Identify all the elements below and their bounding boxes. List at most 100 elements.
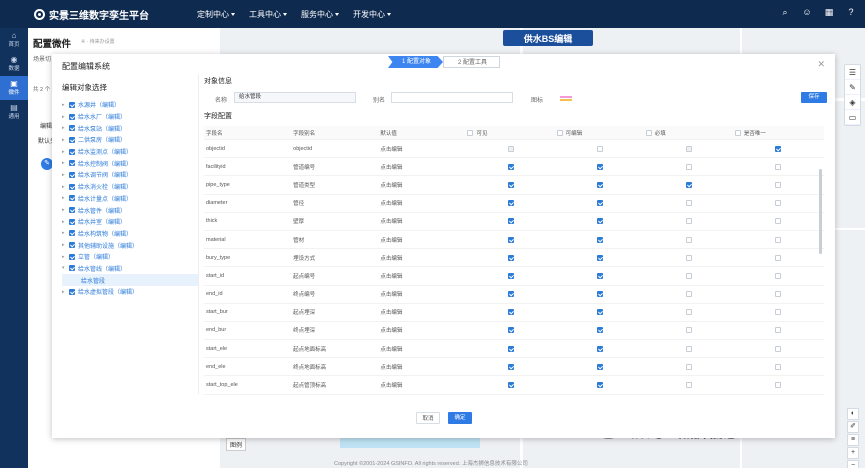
cell-default-value[interactable]: 点击编辑 — [380, 236, 467, 244]
search-icon[interactable]: ⌕ — [779, 7, 791, 18]
chevron-right-icon[interactable]: ▸ — [62, 195, 69, 201]
checkbox-visible[interactable] — [507, 363, 514, 370]
checkbox-required[interactable] — [685, 327, 692, 334]
chevron-right-icon[interactable]: ▸ — [62, 289, 69, 295]
checkbox-visible[interactable] — [507, 218, 514, 225]
sidebar-item-home[interactable]: ⌂ 首页 — [0, 28, 28, 52]
tree-item[interactable]: 给水管段 — [62, 274, 198, 286]
checkbox-visible[interactable] — [507, 345, 514, 352]
checkbox-required[interactable] — [685, 291, 692, 298]
checkbox-unique[interactable] — [774, 291, 781, 298]
help-icon[interactable]: ? — [845, 7, 857, 18]
tree-item[interactable]: ▸ 给水管件（编辑） — [62, 204, 198, 216]
checkbox-editable[interactable] — [596, 145, 603, 152]
app-logo[interactable]: 实景三维数字孪生平台 — [34, 7, 149, 22]
tree-item[interactable]: ▸ 水源井（编辑） — [62, 99, 198, 111]
cell-default-value[interactable]: 点击编辑 — [380, 217, 467, 225]
chevron-right-icon[interactable]: ▸ — [62, 184, 69, 190]
sidebar-item-widget[interactable]: ▣ 微件 — [0, 76, 28, 100]
checkbox-editable[interactable] — [596, 291, 603, 298]
step-config-tool[interactable]: 2 配置工具 — [443, 56, 501, 68]
checkbox-editable[interactable] — [596, 236, 603, 243]
tree-item[interactable]: ▸ 给水控制阀（编辑） — [62, 157, 198, 169]
checkbox-editable[interactable] — [596, 345, 603, 352]
checkbox-unique[interactable] — [774, 382, 781, 389]
checkbox-unique[interactable] — [774, 327, 781, 334]
list-icon[interactable]: ☰ — [845, 65, 860, 80]
checkbox-unique[interactable] — [774, 181, 781, 188]
checkbox-required[interactable] — [685, 145, 692, 152]
chevron-right-icon[interactable]: ▸ — [62, 172, 69, 178]
tree-checkbox[interactable] — [69, 160, 75, 167]
checkbox-all-required[interactable] — [645, 129, 652, 136]
edit-tab[interactable]: 编辑 — [40, 121, 52, 130]
checkbox-visible[interactable] — [507, 145, 514, 152]
checkbox-all-unique[interactable] — [734, 129, 741, 136]
checkbox-required[interactable] — [685, 254, 692, 261]
grid-icon[interactable]: ▦ — [823, 7, 835, 18]
nav-custom-center[interactable]: 定制中心 — [197, 9, 249, 20]
checkbox-visible[interactable] — [507, 327, 514, 334]
tree-item[interactable]: ▸ 给水调节阀（编辑） — [62, 169, 198, 181]
checkbox-all-visible[interactable] — [467, 129, 474, 136]
tree-item[interactable]: ▸ 给水水厂（编辑） — [62, 111, 198, 123]
edit-icon[interactable]: ✎ — [845, 80, 860, 95]
tree-checkbox[interactable] — [69, 195, 75, 202]
legend-button[interactable]: 图例 — [226, 438, 247, 451]
checkbox-unique[interactable] — [774, 363, 781, 370]
tree-checkbox[interactable] — [69, 183, 75, 190]
checkbox-required[interactable] — [685, 200, 692, 207]
tree-item[interactable]: ▸ 给水构筑物（编辑） — [62, 228, 198, 240]
cell-default-value[interactable]: 点击编辑 — [380, 163, 467, 171]
step-config-object[interactable]: 1 配置对象 — [388, 56, 444, 68]
checkbox-required[interactable] — [685, 382, 692, 389]
tree-item[interactable]: ▸ 给水计量点（编辑） — [62, 193, 198, 205]
chevron-right-icon[interactable]: ▸ — [62, 230, 69, 236]
tree-checkbox[interactable] — [69, 148, 75, 155]
checkbox-visible[interactable] — [507, 291, 514, 298]
nav-tool-center[interactable]: 工具中心 — [249, 9, 301, 20]
checkbox-editable[interactable] — [596, 218, 603, 225]
checkbox-visible[interactable] — [507, 163, 514, 170]
measure-icon[interactable]: ≡ — [847, 434, 859, 446]
tree-item[interactable]: ▸ 其他辅助设施（编辑） — [62, 239, 198, 251]
tree-item[interactable]: ▸ 给水泵站（编辑） — [62, 122, 198, 134]
tree-checkbox[interactable] — [69, 230, 75, 237]
sidebar-item-data[interactable]: ◉ 数据 — [0, 52, 28, 76]
checkbox-unique[interactable] — [774, 236, 781, 243]
checkbox-required[interactable] — [685, 236, 692, 243]
tree-checkbox[interactable] — [69, 253, 75, 260]
tree-checkbox[interactable] — [69, 136, 75, 143]
nav-dev-center[interactable]: 开发中心 — [353, 9, 405, 20]
checkbox-required[interactable] — [685, 272, 692, 279]
cell-default-value[interactable]: 点击编辑 — [380, 290, 467, 298]
chevron-right-icon[interactable]: ▸ — [62, 114, 69, 120]
chevron-right-icon[interactable]: ▸ — [62, 149, 69, 155]
checkbox-required[interactable] — [685, 181, 692, 188]
checkbox-visible[interactable] — [507, 181, 514, 188]
chevron-right-icon[interactable]: ▸ — [62, 207, 69, 213]
checkbox-editable[interactable] — [596, 200, 603, 207]
nav-service-center[interactable]: 服务中心 — [301, 9, 353, 20]
checkbox-editable[interactable] — [596, 163, 603, 170]
cell-default-value[interactable]: 点击编辑 — [380, 381, 467, 389]
cell-default-value[interactable]: 点击编辑 — [380, 326, 467, 334]
checkbox-editable[interactable] — [596, 272, 603, 279]
checkbox-required[interactable] — [685, 363, 692, 370]
tree-item[interactable]: ▸ 二供泵房（编辑） — [62, 134, 198, 146]
cell-default-value[interactable]: 点击编辑 — [380, 199, 467, 207]
tree-checkbox[interactable] — [69, 125, 75, 132]
tree-item[interactable]: ▾ 给水管线（编辑） — [62, 263, 198, 275]
tree-checkbox[interactable] — [69, 218, 75, 225]
name-input[interactable]: 给水管段 — [234, 92, 356, 103]
chevron-right-icon[interactable]: ▸ — [62, 219, 69, 225]
checkbox-unique[interactable] — [774, 272, 781, 279]
checkbox-visible[interactable] — [507, 254, 514, 261]
checkbox-visible[interactable] — [507, 272, 514, 279]
sidebar-item-general[interactable]: ▤ 通用 — [0, 100, 28, 124]
tree-checkbox[interactable] — [69, 171, 75, 178]
cell-default-value[interactable]: 点击编辑 — [380, 345, 467, 353]
checkbox-required[interactable] — [685, 309, 692, 316]
checkbox-editable[interactable] — [596, 382, 603, 389]
chevron-right-icon[interactable]: ▸ — [62, 125, 69, 131]
